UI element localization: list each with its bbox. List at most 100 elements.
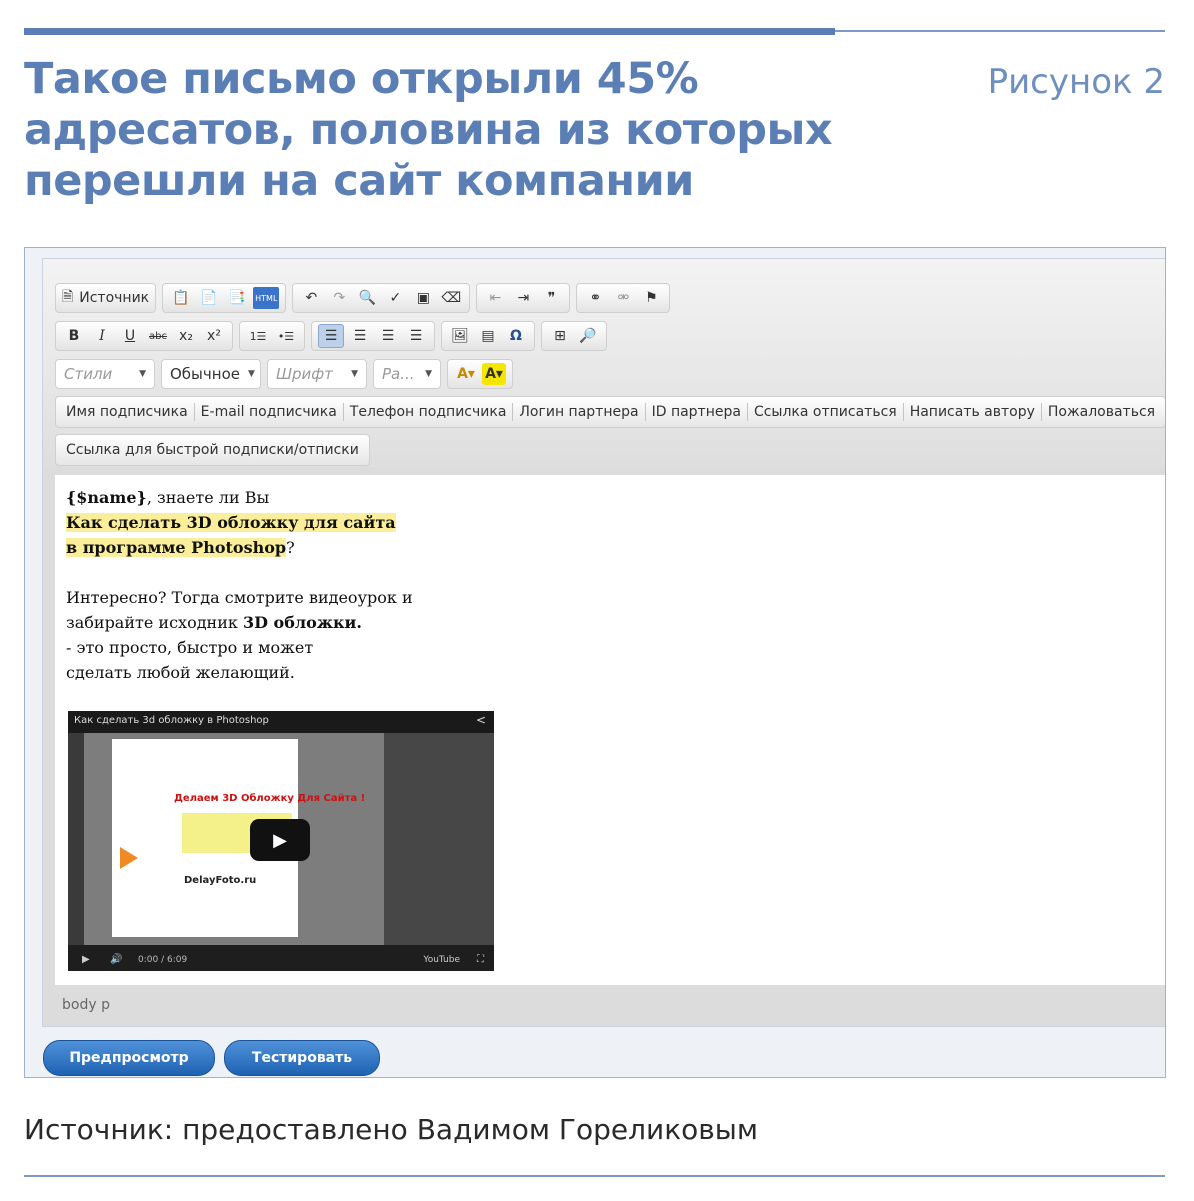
- play-icon[interactable]: ▶: [82, 954, 90, 965]
- maximize-icon[interactable]: ⊞: [548, 325, 572, 347]
- align-justify-icon[interactable]: ☰: [404, 325, 428, 347]
- align-group: ☰ ☰ ☰ ☰: [311, 321, 435, 351]
- video-thumb-text: Делаем 3D Обложку Для Сайта !: [174, 793, 366, 804]
- share-icon[interactable]: <: [476, 713, 486, 727]
- headline-line-2: адресатов, половина из которых: [24, 105, 833, 155]
- video-thumb-layers-panel: [384, 733, 494, 945]
- body-line-1: Интересно? Тогда смотрите видеоурок и: [66, 588, 413, 607]
- align-center-icon[interactable]: ☰: [348, 325, 372, 347]
- bullet-list-icon[interactable]: •☰: [274, 325, 298, 347]
- var-write-author[interactable]: Написать автору: [904, 404, 1041, 420]
- body-line-2-text: забирайте исходник: [66, 613, 243, 632]
- var-subscriber-name[interactable]: Имя подписчика: [60, 404, 194, 420]
- spellcheck-icon[interactable]: ✓: [383, 287, 407, 309]
- arrow-icon: [120, 847, 138, 869]
- redo-icon[interactable]: ↷: [327, 287, 351, 309]
- align-left-icon[interactable]: ☰: [318, 324, 344, 348]
- anchor-flag-icon[interactable]: ⚑: [639, 287, 663, 309]
- source-button[interactable]: 🗎 Источник: [55, 283, 157, 313]
- chevron-down-icon: ▼: [351, 369, 358, 379]
- chevron-down-icon: ▼: [247, 369, 255, 379]
- styles-select[interactable]: Стили ▼: [55, 359, 155, 389]
- link-group: ⚭ ⚮ ⚑: [576, 283, 671, 313]
- background-color-icon[interactable]: A▾: [482, 363, 506, 385]
- italic-icon[interactable]: I: [90, 325, 114, 347]
- var-partner-id[interactable]: ID партнера: [646, 404, 747, 420]
- edit-group: ↶ ↷ 🔍 ✓ ▣ ⌫: [292, 283, 471, 313]
- greeting-rest: , знаете ли Вы: [146, 488, 270, 507]
- select-all-icon[interactable]: ▣: [411, 287, 435, 309]
- embedded-video[interactable]: Как сделать 3d обложку в Photoshop < Дел…: [68, 711, 494, 971]
- quick-subscribe-link-button[interactable]: Ссылка для быстрой подписки/отписки: [55, 434, 370, 466]
- var-subscriber-email[interactable]: E-mail подписчика: [195, 404, 343, 420]
- horizontal-rule-icon[interactable]: ▤: [476, 325, 500, 347]
- image-icon[interactable]: 🖼: [448, 325, 472, 347]
- body-line-2-bold: 3D обложки.: [242, 613, 362, 632]
- view-group: ⊞ 🔎: [541, 321, 607, 351]
- element-path[interactable]: body p: [62, 997, 110, 1013]
- var-partner-login[interactable]: Логин партнера: [513, 404, 644, 420]
- align-right-icon[interactable]: ☰: [376, 325, 400, 347]
- volume-icon[interactable]: 🔊: [110, 954, 122, 965]
- color-group: A▾ A▾: [447, 359, 513, 389]
- undo-icon[interactable]: ↶: [299, 287, 323, 309]
- body-line-3: - это просто, быстро и может: [66, 638, 314, 657]
- paste-text-icon[interactable]: 📄: [197, 287, 221, 309]
- video-thumb-canvas: Делаем 3D Обложку Для Сайта ! DelayFoto.…: [84, 733, 384, 945]
- omega-icon[interactable]: Ω: [504, 325, 528, 347]
- editor-content-area[interactable]: {$name}, знаете ли Вы Как сделать 3D обл…: [55, 475, 1165, 985]
- indent-icon[interactable]: ⇥: [511, 287, 535, 309]
- numbered-list-icon[interactable]: 1☰: [246, 325, 270, 347]
- email-body: {$name}, знаете ли Вы Как сделать 3D обл…: [66, 485, 413, 685]
- video-thumb-tools-panel: [68, 733, 84, 945]
- outdent-icon[interactable]: ⇤: [483, 287, 507, 309]
- unlink-icon[interactable]: ⚮: [611, 287, 635, 309]
- top-rule-thick: [24, 28, 835, 35]
- wysiwyg-editor: 🗎 Источник 📋 📄 📑 HTML ↶ ↷ 🔍 ✓ ▣ ⌫ ⇤ ⇥ ❞ …: [42, 258, 1165, 1027]
- paste-word-icon[interactable]: 📑: [225, 287, 249, 309]
- name-variable: {$name}: [66, 488, 147, 507]
- source-caption: Источник: предоставлено Вадимом Горелико…: [24, 1113, 758, 1146]
- font-select[interactable]: Шрифт ▼: [267, 359, 367, 389]
- size-select[interactable]: Ра... ▼: [373, 359, 441, 389]
- eraser-icon[interactable]: ⌫: [439, 287, 463, 309]
- superscript-icon[interactable]: x²: [202, 325, 226, 347]
- video-thumb-logo: DelayFoto.ru: [184, 875, 257, 886]
- topic-line-1: Как сделать 3D обложку для сайта: [66, 510, 413, 535]
- question-mark: ?: [286, 538, 295, 557]
- highlight-text-2: в программе Photoshop: [66, 538, 287, 557]
- var-complain[interactable]: Пожаловаться: [1042, 404, 1161, 420]
- video-title: Как сделать 3d обложку в Photoshop: [74, 715, 269, 726]
- font-select-label: Шрифт: [276, 365, 333, 383]
- top-rule-thin: [835, 30, 1165, 32]
- body-line-2: забирайте исходник 3D обложки.: [66, 610, 413, 635]
- play-button-icon[interactable]: ▶: [250, 819, 310, 861]
- underline-icon[interactable]: U: [118, 325, 142, 347]
- blockquote-icon[interactable]: ❞: [539, 287, 563, 309]
- var-subscriber-phone[interactable]: Телефон подписчика: [344, 404, 513, 420]
- link-icon[interactable]: ⚭: [583, 287, 607, 309]
- bottom-rule: [24, 1175, 1165, 1177]
- toolbar-row-2: B I U abc x₂ x² 1☰ •☰ ☰ ☰ ☰ ☰ 🖼 ▤ Ω ⊞ 🔎: [55, 321, 607, 351]
- fullscreen-icon[interactable]: ⛶: [477, 954, 484, 965]
- subscript-icon[interactable]: x₂: [174, 325, 198, 347]
- clipboard-group: 📋 📄 📑 HTML: [162, 283, 287, 313]
- preview-icon[interactable]: 🔎: [576, 325, 600, 347]
- format-select[interactable]: Обычное ▼: [161, 359, 261, 389]
- paste-icon[interactable]: 📋: [169, 287, 193, 309]
- find-icon[interactable]: 🔍: [355, 287, 379, 309]
- source-button-label: Источник: [79, 290, 150, 306]
- var-unsubscribe-link[interactable]: Ссылка отписаться: [748, 404, 903, 420]
- text-color-icon[interactable]: A▾: [454, 363, 478, 385]
- toolbar-row-3: Стили ▼ Обычное ▼ Шрифт ▼ Ра... ▼ A▾ A▾: [55, 359, 513, 389]
- html-icon[interactable]: HTML: [253, 287, 280, 309]
- screenshot-frame: 🗎 Источник 📋 📄 📑 HTML ↶ ↷ 🔍 ✓ ▣ ⌫ ⇤ ⇥ ❞ …: [24, 247, 1166, 1078]
- youtube-logo[interactable]: YouTube: [423, 955, 460, 965]
- headline-line-1: Такое письмо открыли 45%: [24, 54, 699, 104]
- strikethrough-icon[interactable]: abc: [146, 325, 170, 347]
- bold-icon[interactable]: B: [62, 325, 86, 347]
- test-button[interactable]: Тестировать: [224, 1040, 380, 1076]
- preview-button[interactable]: Предпросмотр: [43, 1040, 215, 1076]
- editor-toolbar-area: 🗎 Источник 📋 📄 📑 HTML ↶ ↷ 🔍 ✓ ▣ ⌫ ⇤ ⇥ ❞ …: [43, 259, 1165, 467]
